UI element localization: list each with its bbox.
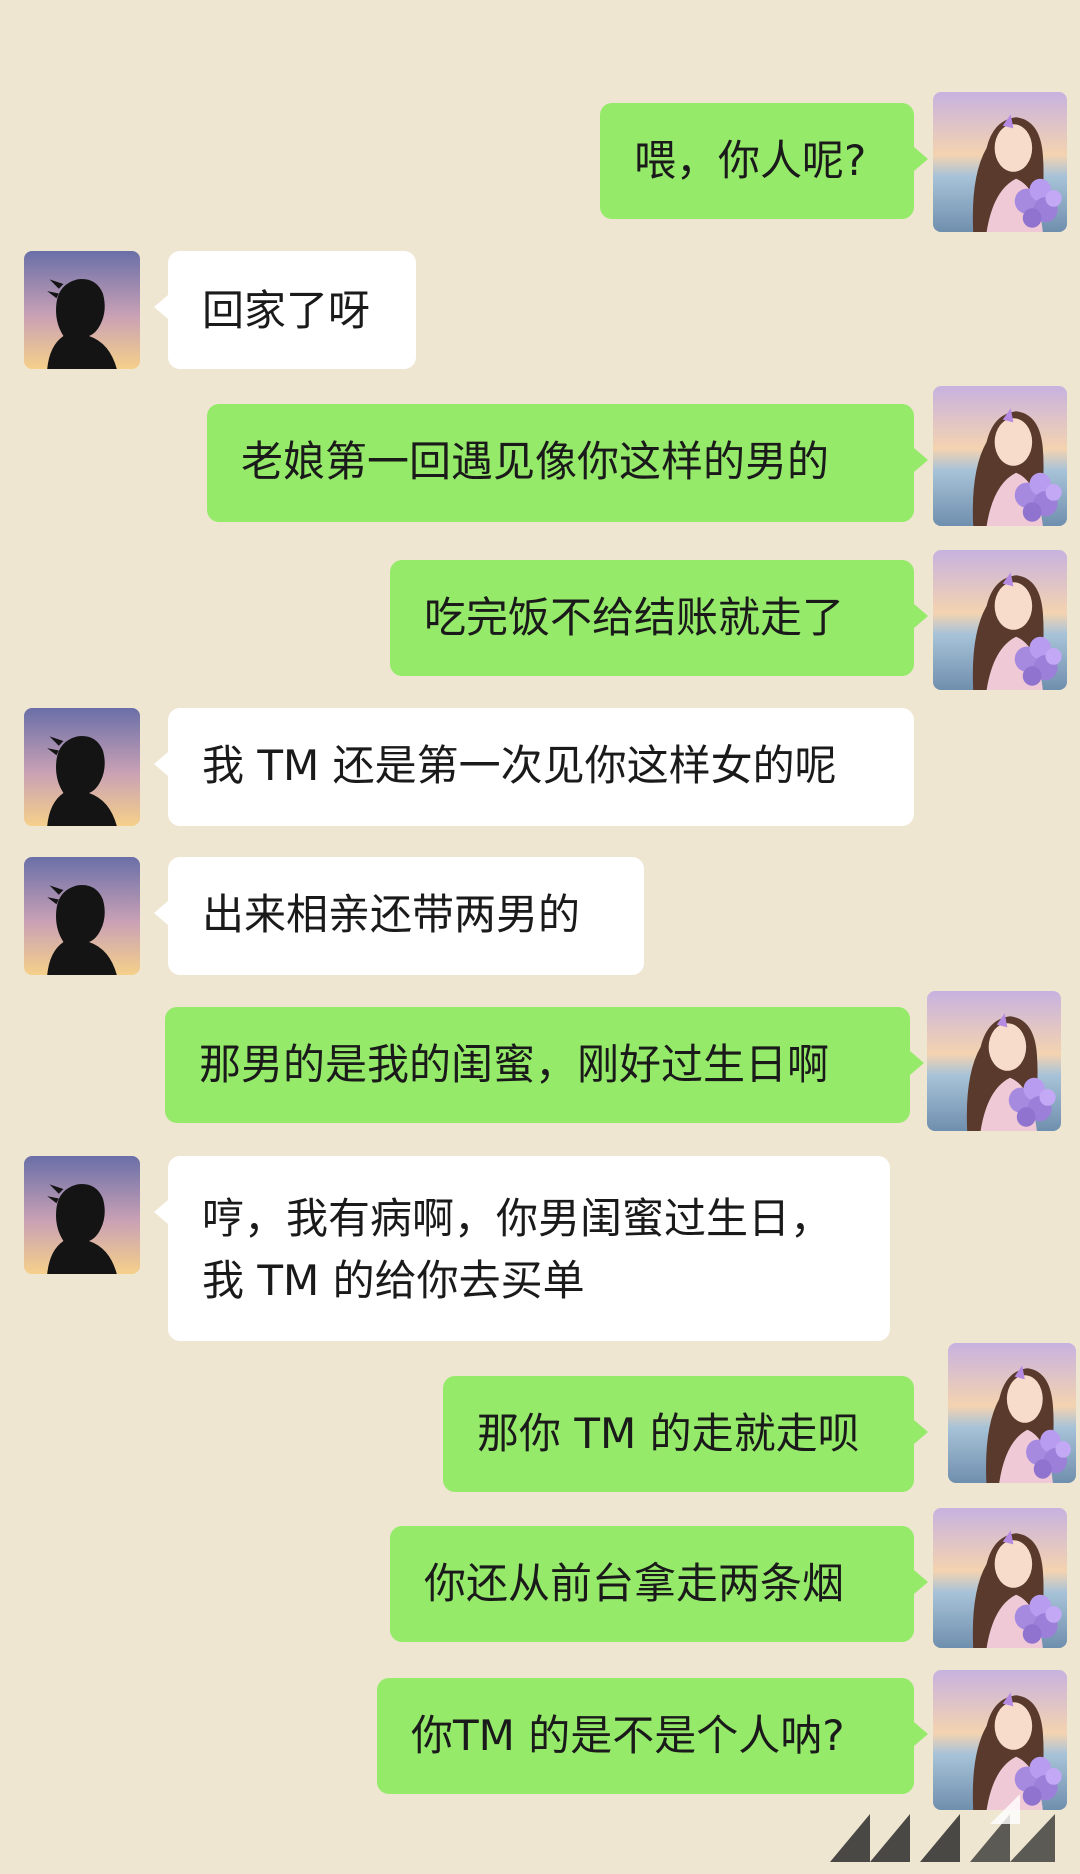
self-avatar[interactable]: [927, 991, 1061, 1131]
man-silhouette-avatar-icon: [24, 857, 140, 975]
girl-with-flowers-avatar-icon: [933, 1508, 1067, 1648]
man-silhouette-avatar-icon: [24, 708, 140, 826]
message-bubble-other[interactable]: 哼，我有病啊，你男闺蜜过生日， 我 TM 的给你去买单: [154, 1156, 890, 1341]
message-text: 你TM 的是不是个人呐?: [411, 1711, 845, 1760]
other-avatar[interactable]: [24, 1156, 140, 1274]
message-bubble-other[interactable]: 回家了呀: [154, 251, 416, 369]
chat-area[interactable]: 喂，你人呢? 回家了呀 老娘第一回遇见像你这样的男的 吃完饭不给结账就走了 我 …: [0, 0, 1080, 1874]
message-bubble-self[interactable]: 那你 TM 的走就走呗: [443, 1376, 928, 1492]
message-text: 回家了呀: [202, 286, 371, 335]
other-avatar[interactable]: [24, 251, 140, 369]
message-text: 出来相亲还带两男的: [202, 890, 581, 939]
message-text: 我 TM 的给你去买单: [202, 1256, 585, 1305]
self-avatar[interactable]: [933, 550, 1067, 690]
girl-with-flowers-avatar-icon: [933, 386, 1067, 526]
message-bubble-self[interactable]: 你TM 的是不是个人呐?: [377, 1678, 928, 1794]
girl-with-flowers-avatar-icon: [927, 991, 1061, 1131]
girl-with-flowers-avatar-icon: [933, 92, 1067, 232]
girl-with-flowers-avatar-icon: [948, 1343, 1076, 1483]
other-avatar[interactable]: [24, 708, 140, 826]
self-avatar[interactable]: [933, 386, 1067, 526]
message-text: 我 TM 还是第一次见你这样女的呢: [202, 741, 837, 790]
message-text: 吃完饭不给结账就走了: [424, 593, 845, 642]
message-bubble-self[interactable]: 那男的是我的闺蜜，刚好过生日啊: [165, 1007, 924, 1123]
self-avatar[interactable]: [933, 92, 1067, 232]
other-avatar[interactable]: [24, 857, 140, 975]
message-text: 那你 TM 的走就走呗: [477, 1409, 860, 1458]
message-text: 那男的是我的闺蜜，刚好过生日啊: [199, 1040, 830, 1089]
message-bubble-self[interactable]: 你还从前台拿走两条烟: [390, 1526, 928, 1642]
girl-with-flowers-avatar-icon: [933, 550, 1067, 690]
message-text: 老娘第一回遇见像你这样的男的: [241, 437, 830, 486]
self-avatar[interactable]: [948, 1343, 1076, 1483]
message-text: 喂，你人呢?: [634, 136, 867, 185]
self-avatar[interactable]: [933, 1508, 1067, 1648]
message-text: 哼，我有病啊，你男闺蜜过生日，: [202, 1194, 833, 1243]
man-silhouette-avatar-icon: [24, 1156, 140, 1274]
triangle-watermark-icon: [830, 1794, 1055, 1862]
message-bubble-other[interactable]: 出来相亲还带两男的: [154, 857, 644, 975]
message-text: 你还从前台拿走两条烟: [424, 1559, 845, 1608]
message-bubble-self[interactable]: 喂，你人呢?: [600, 103, 928, 219]
man-silhouette-avatar-icon: [24, 251, 140, 369]
message-bubble-self[interactable]: 吃完饭不给结账就走了: [390, 560, 928, 676]
message-bubble-other[interactable]: 我 TM 还是第一次见你这样女的呢: [154, 708, 914, 826]
message-bubble-self[interactable]: 老娘第一回遇见像你这样的男的: [207, 404, 928, 522]
